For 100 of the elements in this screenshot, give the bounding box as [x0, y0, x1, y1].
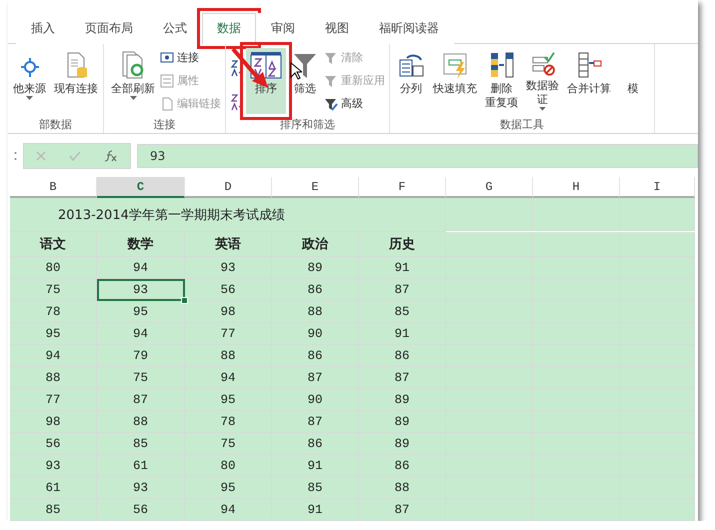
formula-input[interactable]: 93	[137, 144, 698, 168]
table-cell: 94	[97, 257, 185, 279]
table-cell: 88	[185, 345, 272, 367]
group-label: 连接	[152, 117, 176, 133]
column-header[interactable]: F	[359, 177, 446, 198]
clear-filter-icon	[324, 50, 338, 65]
table-cell: 56	[185, 279, 272, 301]
group-label: 排序和筛选	[279, 117, 336, 133]
table-cell: 88	[359, 477, 446, 499]
table-cell: 89	[272, 257, 359, 279]
table-cell: 93	[185, 257, 272, 279]
column-header[interactable]: I	[620, 177, 695, 198]
ribbon-tab[interactable]: 公式	[148, 12, 202, 44]
table-cell: 95	[97, 301, 185, 323]
column-header[interactable]: B	[10, 177, 97, 198]
edit-links-icon	[160, 96, 174, 111]
ribbon-tab[interactable]: 审阅	[256, 12, 310, 44]
table-cell: 86	[359, 345, 446, 367]
table-cell: 87	[359, 367, 446, 389]
ribbon-button[interactable]: 删除 重复项	[482, 48, 521, 114]
table-cell: 61	[10, 477, 97, 499]
sort-icon	[249, 50, 283, 80]
table-cell: 89	[359, 433, 446, 455]
column-header[interactable]: C	[97, 177, 185, 198]
column-header[interactable]: H	[533, 177, 620, 198]
table-cell: 89	[359, 411, 446, 433]
table-cell: 86	[359, 455, 446, 477]
ribbon-button[interactable]: 现有连接	[51, 48, 101, 114]
table-cell: 80	[10, 257, 97, 279]
connection-icon	[160, 50, 174, 65]
ribbon-button[interactable]: 筛选	[288, 48, 322, 114]
table-cell: 85	[97, 433, 185, 455]
sheet-title: 2013-2014学年第一学期期末考试成绩	[58, 206, 285, 224]
table-cell: 77	[185, 323, 272, 345]
ribbon-button[interactable]: 数据验 证	[523, 48, 562, 114]
table-cell: 98	[185, 301, 272, 323]
ribbon-small-button[interactable]: 高级	[324, 94, 385, 114]
table-cell: 87	[97, 389, 185, 411]
function-icon[interactable]	[104, 150, 118, 162]
ribbon-button[interactable]: 他来源	[10, 48, 49, 114]
table-cell: 86	[272, 433, 359, 455]
header-cell: 历史	[359, 232, 446, 257]
fill-handle[interactable]	[181, 297, 188, 304]
table-cell: 75	[97, 367, 185, 389]
table-cell: 56	[97, 499, 185, 521]
table-cell: 88	[97, 411, 185, 433]
table-cell: 77	[10, 389, 97, 411]
properties-icon	[160, 74, 174, 88]
table-cell: 88	[10, 367, 97, 389]
group-label: 部数据	[38, 117, 73, 133]
column-header[interactable]: G	[446, 177, 533, 198]
mouse-cursor-icon	[290, 62, 302, 80]
table-cell: 93	[97, 279, 185, 301]
table-cell: 87	[359, 279, 446, 301]
ribbon-button[interactable]: 分列	[394, 48, 428, 114]
ribbon-button[interactable]: 快速填充	[430, 48, 480, 114]
column-header[interactable]: D	[185, 177, 272, 198]
table-cell: 85	[272, 477, 359, 499]
table-cell: 95	[185, 477, 272, 499]
table-cell: 86	[272, 279, 359, 301]
ribbon-button[interactable]: 模	[616, 48, 650, 114]
table-cell: 86	[272, 345, 359, 367]
table-cell: 79	[97, 345, 185, 367]
table-cell: 94	[185, 499, 272, 521]
table-cell: 87	[359, 499, 446, 521]
table-cell: 91	[272, 499, 359, 521]
table-cell: 89	[359, 389, 446, 411]
table-cell: 56	[10, 433, 97, 455]
table-cell: 91	[272, 455, 359, 477]
table-cell: 95	[185, 389, 272, 411]
table-cell: 75	[10, 279, 97, 301]
ribbon-small-button[interactable]: 连接	[160, 48, 221, 68]
header-cell: 语文	[10, 232, 97, 257]
ribbon-button[interactable]: 全部刷新	[108, 48, 158, 114]
table-cell: 91	[359, 323, 446, 345]
header-cell: 英语	[185, 232, 272, 257]
group-label: 数据工具	[499, 117, 545, 133]
table-cell: 95	[10, 323, 97, 345]
table-cell: 98	[10, 411, 97, 433]
table-cell: 94	[97, 323, 185, 345]
table-cell: 85	[10, 499, 97, 521]
table-cell: 91	[359, 257, 446, 279]
table-cell: 85	[359, 301, 446, 323]
table-cell: 87	[272, 411, 359, 433]
header-cell: 数学	[97, 232, 185, 257]
table-cell: 90	[272, 389, 359, 411]
table-cell: 88	[272, 301, 359, 323]
header-cell: 政治	[272, 232, 359, 257]
column-header[interactable]: E	[272, 177, 359, 198]
enter-check-icon[interactable]	[68, 151, 81, 161]
table-cell: 75	[185, 433, 272, 455]
advanced-filter-icon	[324, 96, 338, 111]
table-cell: 93	[10, 455, 97, 477]
table-cell: 94	[185, 367, 272, 389]
table-cell: 78	[10, 301, 97, 323]
ribbon-button[interactable]: 合并计算	[564, 48, 614, 114]
table-cell: 80	[185, 455, 272, 477]
grip-icon	[14, 151, 17, 161]
table-cell: 61	[97, 455, 185, 477]
reapply-filter-icon	[324, 74, 338, 88]
